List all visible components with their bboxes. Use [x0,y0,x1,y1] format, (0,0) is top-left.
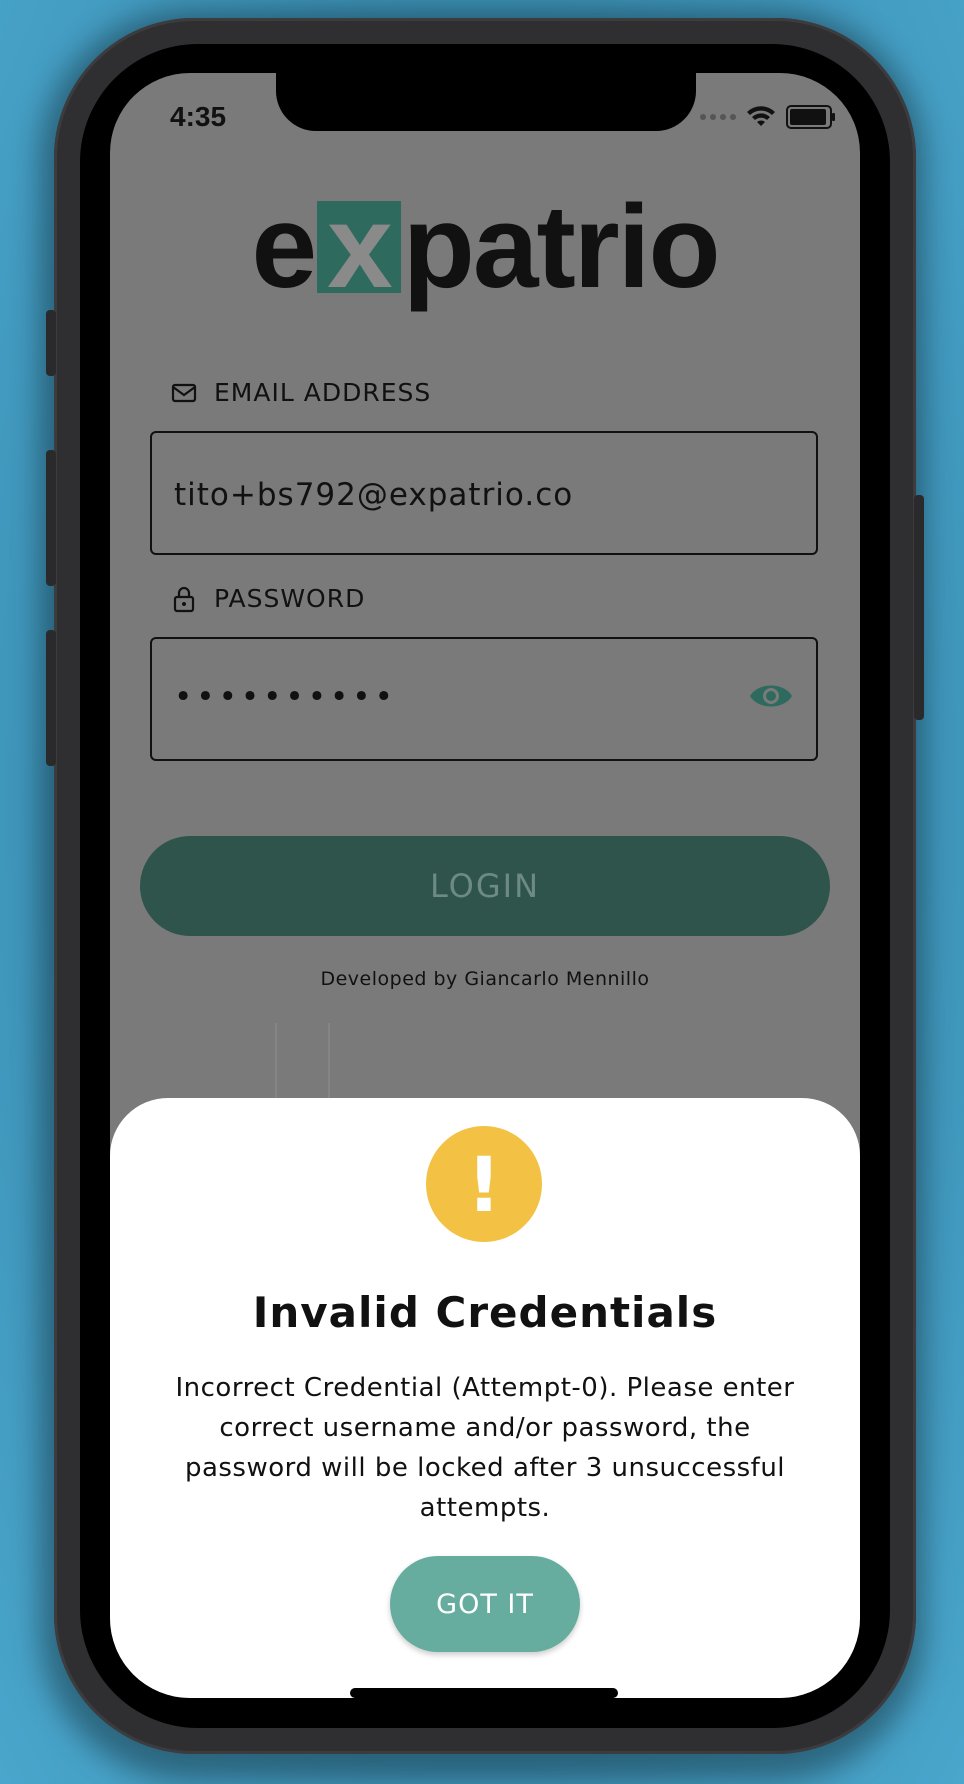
developer-credit: Developed by Giancarlo Mennillo [320,968,650,990]
password-value: •••••••••• [174,679,397,715]
volume-up-button [46,450,56,586]
signal-icon [700,114,736,120]
email-label: EMAIL ADDRESS [170,378,431,407]
status-time: 4:35 [170,101,227,132]
eye-icon[interactable] [748,679,794,713]
password-label: PASSWORD [170,584,365,613]
email-label-text: EMAIL ADDRESS [214,378,432,407]
power-button [914,495,924,720]
dialog-title: Invalid Credentials [252,1288,718,1337]
status-icons [700,105,835,129]
expatrio-logo: e x patrio [110,188,860,306]
login-button[interactable]: LOGIN [140,836,830,936]
home-indicator[interactable] [350,1688,618,1698]
password-label-text: PASSWORD [214,584,366,613]
got-it-button[interactable]: GOT IT [390,1556,580,1652]
logo-suffix: patrio [402,181,721,313]
email-value: tito+bs792@expatrio.co [174,477,574,513]
email-field[interactable]: tito+bs792@expatrio.co [150,431,818,555]
background-divider [328,1023,330,1103]
warning-icon: ! [426,1126,542,1242]
lock-icon [173,586,195,612]
logo-prefix: e [251,181,317,313]
password-field[interactable]: •••••••••• [150,637,818,761]
volume-down-button [46,630,56,766]
app-screen: 4:35 e x patrio EMAIL ADDRESS tito+bs792@e… [110,73,860,1698]
mute-switch [46,310,56,376]
background-divider [275,1023,277,1103]
notch [276,73,696,131]
error-dialog: ! Invalid Credentials Incorrect Credenti… [110,1098,860,1698]
wifi-icon [747,106,775,126]
envelope-icon [171,383,197,402]
logo-boxed-letter: x [317,188,401,306]
battery-icon [786,105,835,129]
dialog-message: Incorrect Credential (Attempt-0). Please… [175,1373,795,1523]
